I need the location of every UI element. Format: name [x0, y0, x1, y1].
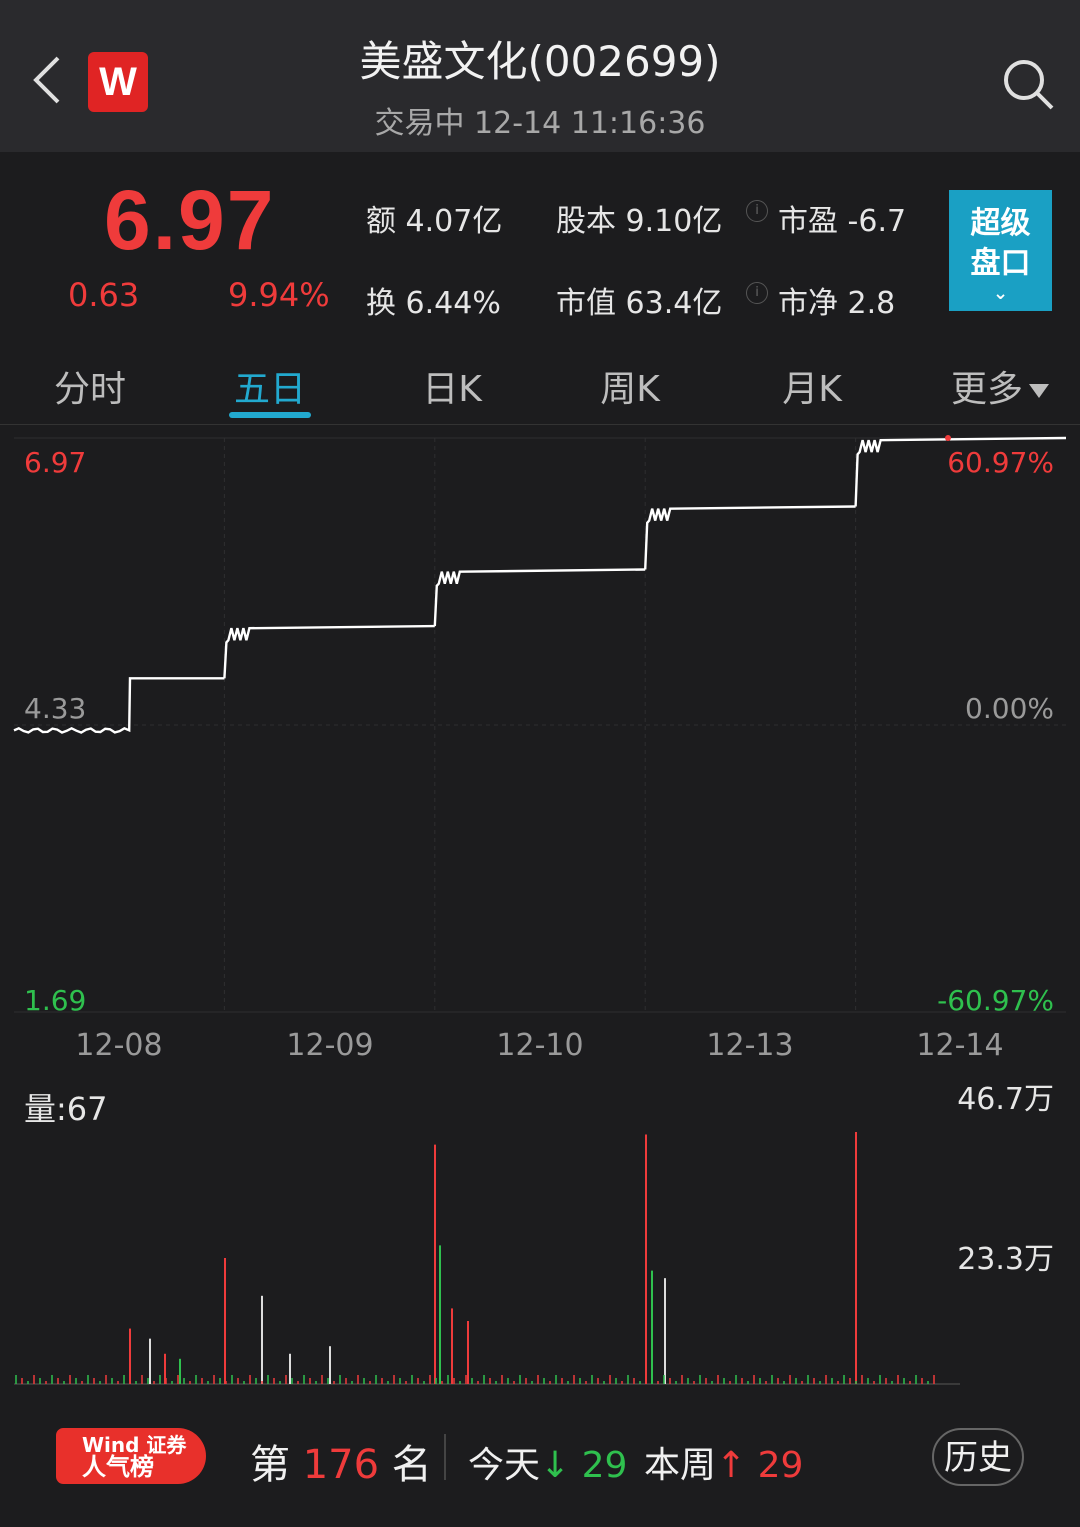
chart-grid: [14, 437, 1066, 1013]
stat-equity: 股本 9.10亿: [556, 204, 723, 239]
date-label: 12-09: [286, 1028, 374, 1063]
top-bar: W 美盛文化(002699) 交易中 12-14 11:16:36: [0, 0, 1080, 152]
super-button-line1: 超级: [970, 206, 1031, 241]
today-value: 29: [581, 1445, 628, 1486]
date-label: 12-10: [496, 1028, 584, 1063]
popularity-rank: 第 176 名: [250, 1432, 432, 1490]
rank-number: 176: [302, 1442, 380, 1488]
stock-title: 美盛文化(002699): [359, 37, 721, 86]
volume-max-label: 46.7万: [957, 1082, 1054, 1117]
rank-suffix: 名: [391, 1442, 432, 1488]
current-price: 6.97: [104, 173, 276, 267]
search-icon[interactable]: [1000, 56, 1056, 112]
stat-amount: 额 4.07亿: [366, 204, 503, 239]
today-label: 今天: [468, 1445, 541, 1486]
arrow-down-icon: ↓: [540, 1445, 571, 1486]
arrow-up-icon: ↑: [716, 1445, 747, 1486]
price-change-percent: 9.94%: [228, 276, 330, 314]
footer-divider: [444, 1434, 446, 1480]
stat-market-cap: 市值 63.4亿: [556, 286, 723, 321]
stat-pe: 市盈 -6.7: [778, 204, 907, 239]
active-tab-indicator: [229, 412, 311, 418]
super-button-line2: 盘口: [970, 246, 1031, 281]
trading-status: 交易中 12-14 11:16:36: [374, 106, 706, 141]
volume-chart[interactable]: [0, 1120, 1080, 1392]
tab-weekly-k[interactable]: 周K: [570, 360, 690, 412]
stat-pb: 市净 2.8: [778, 286, 896, 321]
badge-line2: 人气榜: [82, 1453, 154, 1481]
chevron-down-icon: ⌄: [992, 283, 1009, 304]
date-label: 12-13: [706, 1028, 794, 1063]
y-bottom-price: 1.69: [24, 984, 87, 1017]
y-bottom-percent: -60.97%: [937, 984, 1054, 1017]
y-top-percent: 60.97%: [947, 446, 1054, 479]
chart-period-tabs: 分时 五日 日K 周K 月K 更多: [0, 340, 1080, 425]
today-rank-change: 今天↓ 29: [468, 1436, 627, 1488]
week-rank-change: 本周↑ 29: [644, 1436, 803, 1488]
tab-five-day[interactable]: 五日: [210, 360, 330, 412]
last-price-marker: [945, 435, 951, 441]
info-icon[interactable]: i: [746, 282, 768, 304]
date-label: 12-14: [916, 1028, 1004, 1063]
price-change: 0.63: [68, 276, 140, 314]
y-top-price: 6.97: [24, 446, 87, 479]
info-icon[interactable]: i: [746, 200, 768, 222]
date-label: 12-08: [75, 1028, 163, 1063]
stat-turnover: 换 6.44%: [366, 286, 501, 321]
five-day-price-chart[interactable]: [0, 424, 1080, 1024]
tab-intraday[interactable]: 分时: [30, 360, 150, 412]
price-line-day-12-09: [223, 624, 435, 679]
history-button[interactable]: 历史: [932, 1428, 1024, 1486]
week-value: 29: [757, 1445, 804, 1486]
y-mid-price: 4.33: [24, 692, 87, 725]
tab-monthly-k[interactable]: 月K: [752, 360, 872, 412]
y-mid-percent: 0.00%: [965, 692, 1054, 725]
dropdown-arrow-icon: [1029, 384, 1049, 398]
super-order-book-button[interactable]: 超级 盘口 ⌄: [949, 190, 1052, 311]
volume-bars: [14, 1132, 960, 1385]
tab-daily-k[interactable]: 日K: [392, 360, 512, 412]
price-lines: [13, 435, 1067, 734]
price-line-day-12-13: [644, 505, 856, 570]
wind-popularity-badge[interactable]: Wind 证券 人气榜: [56, 1428, 206, 1484]
rank-prefix: 第: [250, 1442, 290, 1488]
week-label: 本周: [644, 1445, 717, 1486]
tab-more[interactable]: 更多: [930, 360, 1070, 412]
price-line-day-12-10: [433, 568, 646, 627]
tab-more-label: 更多: [950, 369, 1023, 410]
